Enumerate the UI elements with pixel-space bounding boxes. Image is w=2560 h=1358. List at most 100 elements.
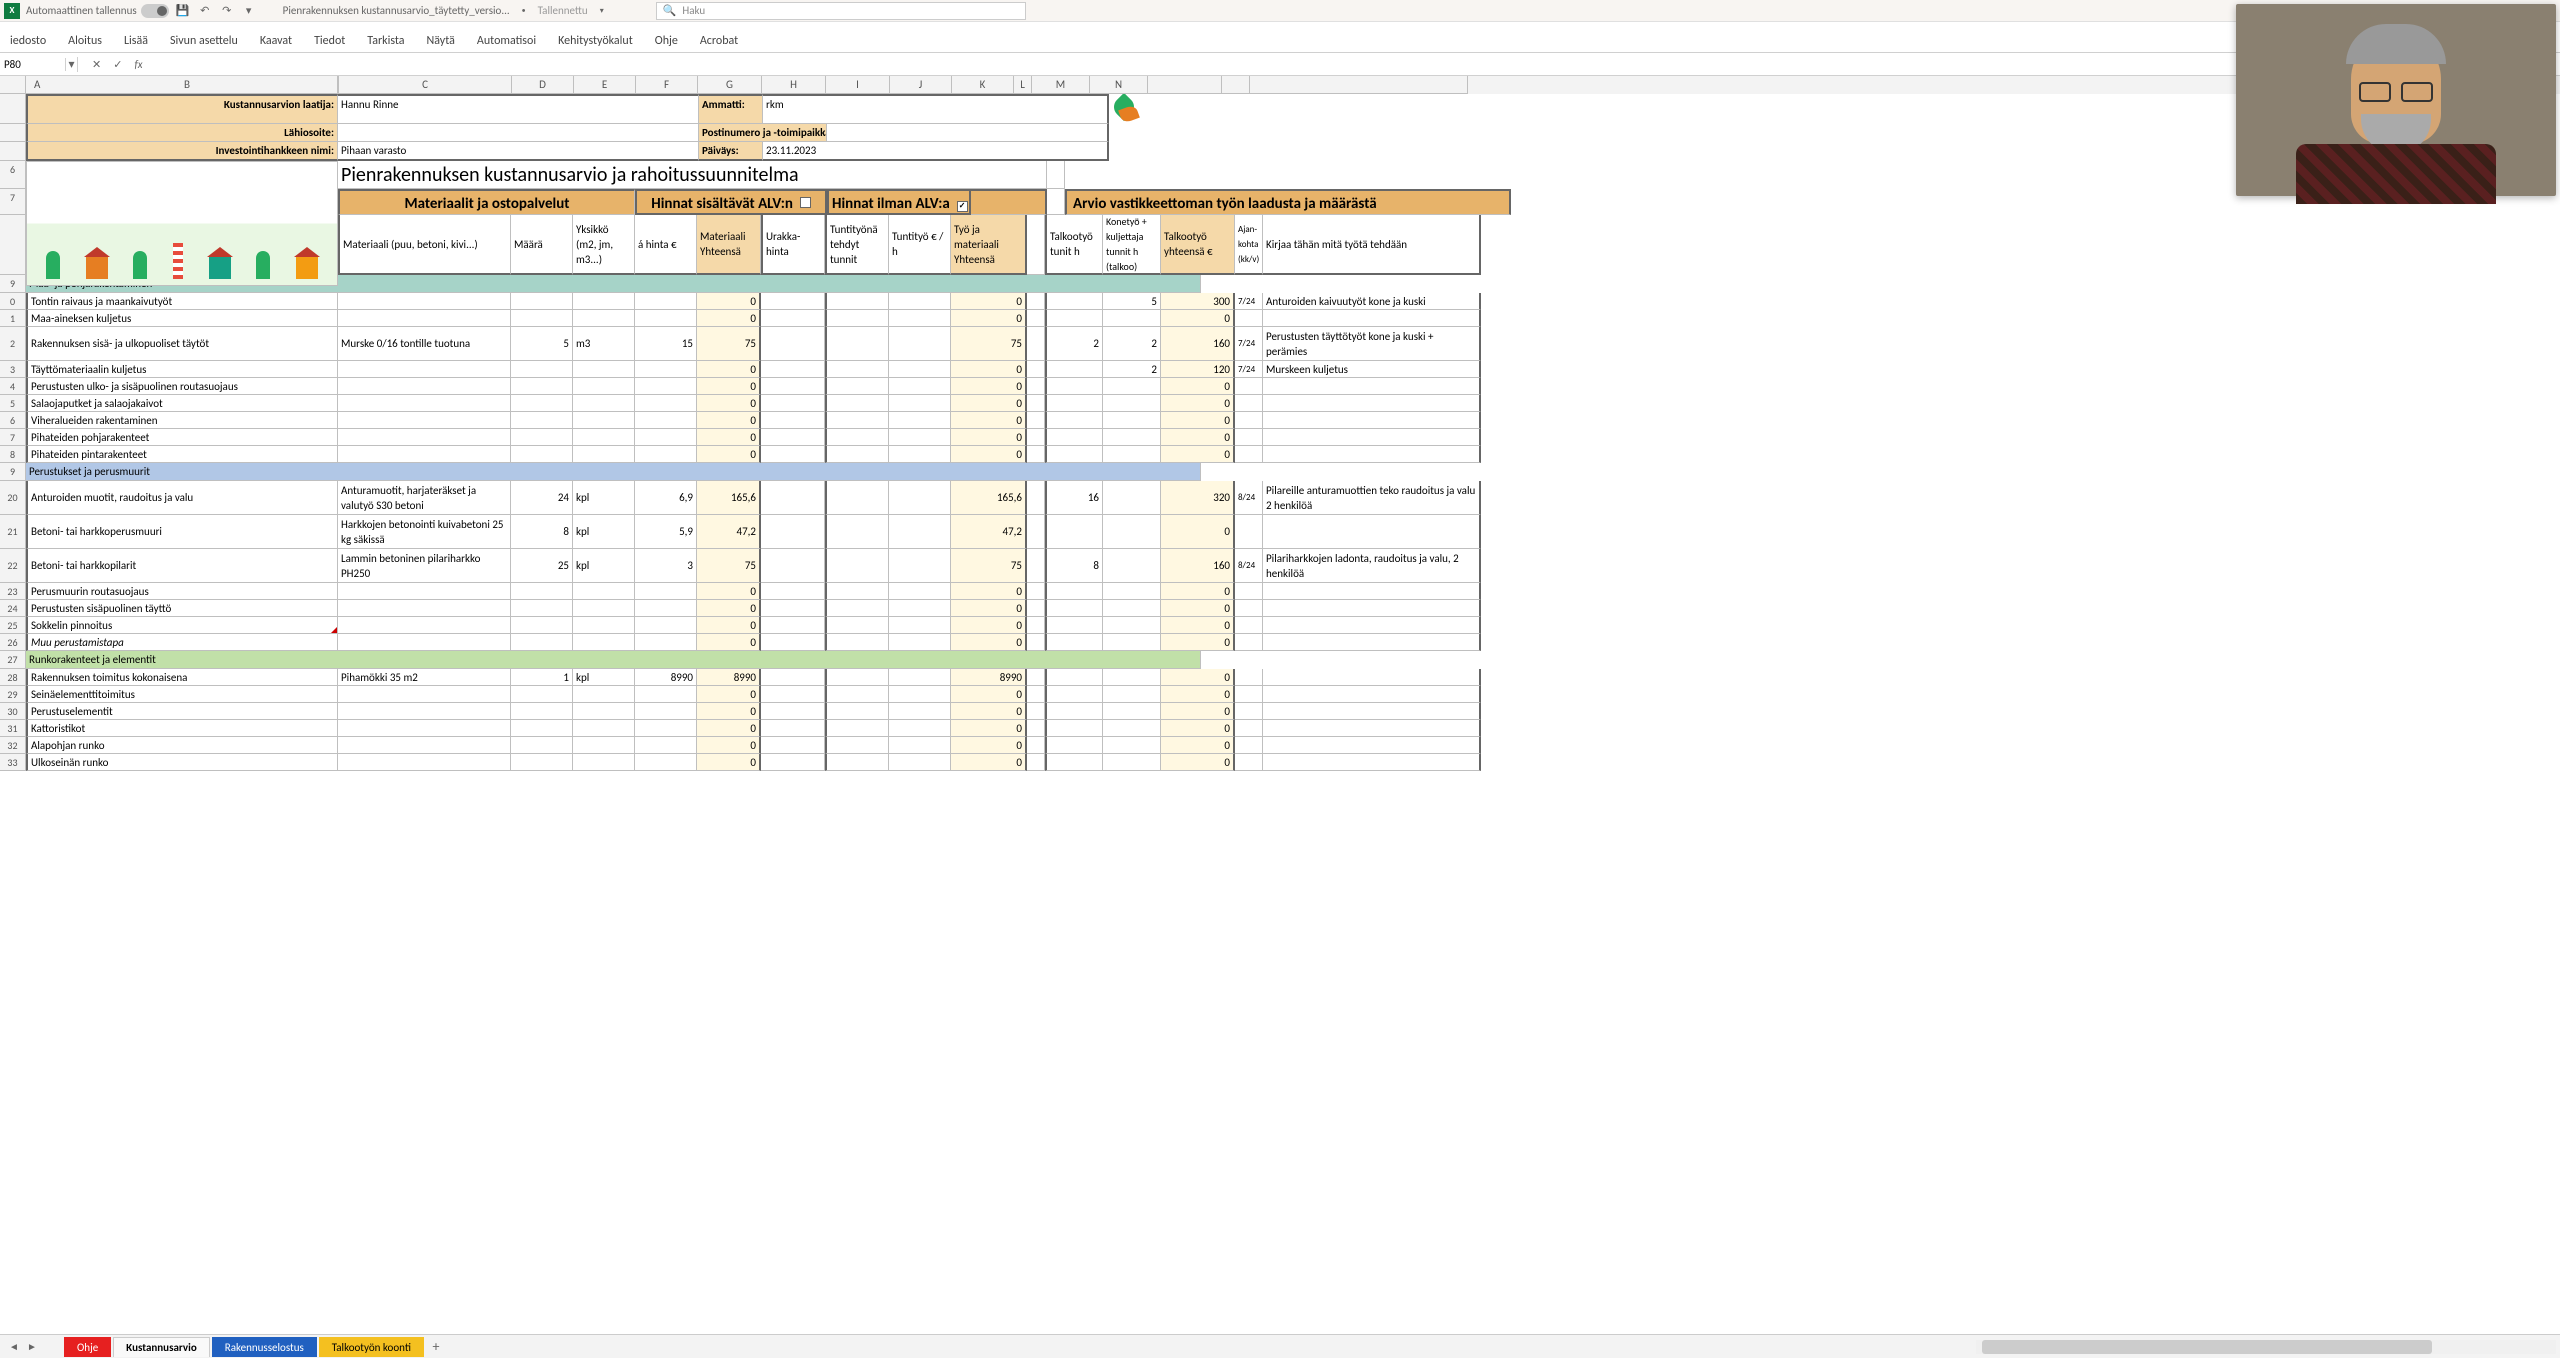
col-header[interactable]	[1250, 76, 1468, 94]
section-header: Runkorakenteet ja elementit	[26, 651, 1201, 669]
col-header[interactable]	[1148, 76, 1222, 94]
row-label[interactable]: Seinäelementtitoimitus	[26, 686, 338, 703]
row-label[interactable]: Pihateiden pohjarakenteet	[26, 429, 338, 446]
qat-dropdown-icon[interactable]: ▾	[241, 3, 257, 19]
titlebar: X Automaattinen tallennus 💾 ↶ ↷ ▾ Pienra…	[0, 0, 2560, 22]
tab-data[interactable]: Tiedot	[312, 30, 347, 52]
sheet-tab[interactable]: Ohje	[64, 1337, 111, 1357]
row-label[interactable]: Anturoiden muotit, raudoitus ja valu	[26, 481, 338, 515]
tab-review[interactable]: Tarkista	[365, 30, 406, 52]
col-header[interactable]: D	[512, 76, 574, 94]
tab-file[interactable]: iedosto	[8, 30, 48, 52]
checkbox-icon[interactable]	[800, 197, 811, 208]
saved-status: Tallennettu	[538, 4, 588, 17]
row-label[interactable]: Pihateiden pintarakenteet	[26, 446, 338, 463]
col-header[interactable]: G	[698, 76, 762, 94]
cancel-formula-icon[interactable]: ✕	[86, 58, 107, 71]
label: Päiväys:	[699, 142, 763, 161]
row-label[interactable]: Perusmuurin routasuojaus	[26, 583, 338, 600]
col-header[interactable]	[1222, 76, 1250, 94]
col-label: Ajan-kohta (kk/v)	[1235, 215, 1263, 275]
row-label[interactable]: Betoni- tai harkkopilarit	[26, 549, 338, 583]
col-header[interactable]: K	[952, 76, 1014, 94]
vol-work-header: Arvio vastikkeettoman työn laadusta ja m…	[1065, 189, 1511, 215]
logo-icon	[1112, 95, 1140, 123]
checkbox-icon[interactable]: ✓	[957, 201, 968, 212]
next-sheet-icon[interactable]: ►	[24, 1340, 40, 1353]
row-label[interactable]: Muu perustamistapa	[26, 634, 338, 651]
col-header[interactable]: N	[1090, 76, 1148, 94]
sheet-tab[interactable]: Kustannusarvio	[113, 1337, 210, 1357]
row-label[interactable]: Alapohjan runko	[26, 737, 338, 754]
col-header[interactable]: E	[574, 76, 636, 94]
vat-with-toggle[interactable]: Hinnat sisältävät ALV:n	[635, 189, 827, 215]
excel-icon: X	[4, 3, 20, 19]
select-all-corner[interactable]	[0, 76, 26, 94]
tab-formulas[interactable]: Kaavat	[258, 30, 294, 52]
col-header[interactable]: C	[339, 76, 512, 94]
value[interactable]: Pihaan varasto	[338, 142, 699, 161]
spreadsheet-grid[interactable]: A B C D E F G H I J K L M N Kustannusarv…	[0, 76, 2560, 1332]
tab-layout[interactable]: Sivun asettelu	[168, 30, 240, 52]
redo-icon[interactable]: ↷	[219, 3, 235, 19]
row-label[interactable]: Maa-aineksen kuljetus	[26, 310, 338, 327]
row-label[interactable]: Kattoristikot	[26, 720, 338, 737]
label: Postinumero ja -toimipaikka:	[699, 124, 827, 142]
row-label[interactable]: Rakennuksen toimitus kokonaisena	[26, 669, 338, 686]
row-label[interactable]: Betoni- tai harkkoperusmuuri	[26, 515, 338, 549]
tab-insert[interactable]: Lisää	[122, 30, 150, 52]
tab-automate[interactable]: Automatisoi	[475, 30, 538, 52]
filename[interactable]: Pienrakennuksen kustannusarvio_täytetty_…	[283, 4, 510, 17]
autosave-toggle[interactable]: Automaattinen tallennus	[26, 4, 169, 18]
ribbon-tabs: iedosto Aloitus Lisää Sivun asettelu Kaa…	[0, 22, 2560, 52]
row-label[interactable]: Sokkelin pinnoitus	[26, 617, 338, 634]
undo-icon[interactable]: ↶	[197, 3, 213, 19]
col-header[interactable]: J	[890, 76, 952, 94]
row-label[interactable]: Ulkoseinän runko	[26, 754, 338, 771]
row-label[interactable]: Perustusten sisäpuolinen täyttö	[26, 600, 338, 617]
row-label[interactable]: Viheralueiden rakentaminen	[26, 412, 338, 429]
col-label: Yksikkö (m2, jm, m3...)	[573, 215, 635, 275]
col-header[interactable]: L	[1014, 76, 1032, 94]
col-header[interactable]: I	[826, 76, 890, 94]
col-header[interactable]: A	[26, 76, 338, 94]
col-header[interactable]: M	[1032, 76, 1090, 94]
col-label: Työ ja materiaali Yhteensä	[951, 215, 1027, 275]
horizontal-scrollbar[interactable]	[1976, 1340, 2556, 1354]
tab-view[interactable]: Näytä	[425, 30, 457, 52]
accept-formula-icon[interactable]: ✓	[107, 58, 128, 71]
row-label[interactable]: Salaojaputket ja salaojakaivot	[26, 395, 338, 412]
col-label: Talkootyö tunit h	[1045, 215, 1103, 275]
row-label[interactable]: Perustusten ulko- ja sisäpuolinen routas…	[26, 378, 338, 395]
value[interactable]: Hannu Rinne	[338, 94, 699, 124]
row-label[interactable]: Tontin raivaus ja maankaivutyöt	[26, 293, 338, 310]
tab-help[interactable]: Ohje	[653, 30, 680, 52]
save-icon[interactable]: 💾	[175, 3, 191, 19]
col-label: Määrä	[511, 215, 573, 275]
name-box[interactable]: P80	[0, 58, 66, 71]
tab-developer[interactable]: Kehitystyökalut	[556, 30, 635, 52]
row-label[interactable]: Täyttömateriaalin kuljetus	[26, 361, 338, 378]
page-title: Pienrakennuksen kustannusarvio ja rahoit…	[338, 161, 1047, 189]
value[interactable]: rkm	[763, 94, 1109, 124]
name-box-dropdown[interactable]: ▾	[66, 57, 78, 72]
col-header[interactable]: H	[762, 76, 826, 94]
tab-acrobat[interactable]: Acrobat	[698, 30, 740, 52]
add-sheet-button[interactable]: +	[426, 1338, 446, 1355]
col-header[interactable]: F	[636, 76, 698, 94]
fx-icon[interactable]: fx	[128, 58, 148, 71]
prev-sheet-icon[interactable]: ◄	[6, 1340, 22, 1353]
label: Investointihankkeen nimi:	[26, 142, 338, 161]
col-label: Konetyö + kuljettaja tunnit h (talkoo)	[1103, 215, 1161, 275]
value[interactable]: 23.11.2023	[763, 142, 1109, 161]
sheet-tab[interactable]: Talkootyön koonti	[319, 1337, 424, 1357]
decorative-image	[26, 161, 338, 286]
row-label[interactable]: Perustuselementit	[26, 703, 338, 720]
vat-without-toggle[interactable]: Hinnat ilman ALV:a ✓	[827, 189, 971, 215]
search-input[interactable]: 🔍 Haku	[656, 2, 1026, 20]
col-label: Talkootyö yhteensä €	[1161, 215, 1235, 275]
sheet-tab[interactable]: Rakennusselostus	[212, 1337, 317, 1357]
search-icon: 🔍	[663, 4, 677, 17]
row-label[interactable]: Rakennuksen sisä- ja ulkopuoliset täytöt	[26, 327, 338, 361]
tab-home[interactable]: Aloitus	[66, 30, 104, 52]
